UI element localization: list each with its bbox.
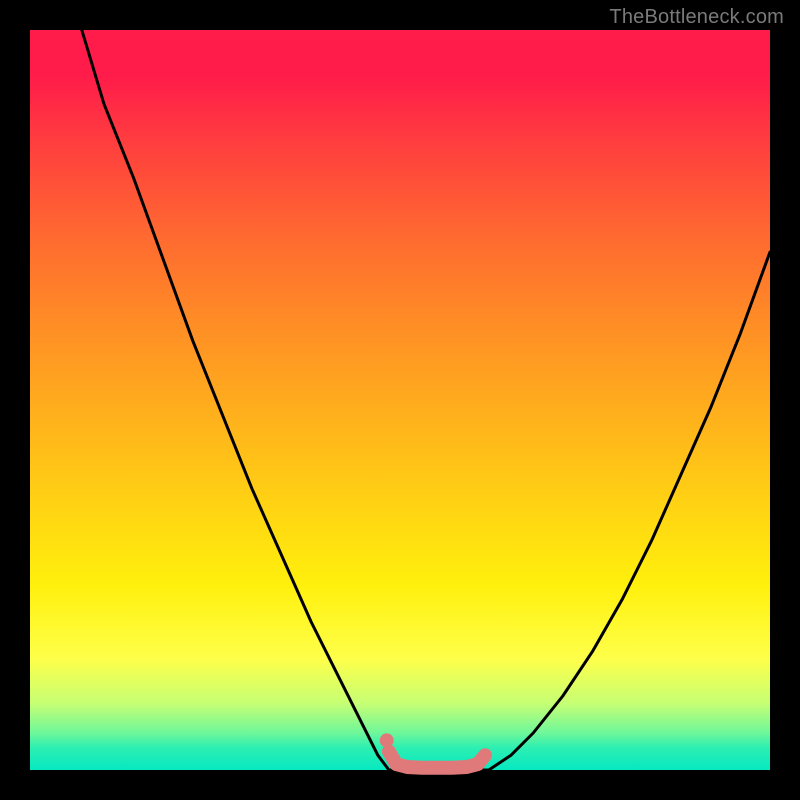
plot-area	[30, 30, 770, 770]
outer-frame: TheBottleneck.com	[0, 0, 800, 800]
marker-dot	[380, 733, 394, 747]
bottleneck-curve	[82, 30, 770, 770]
chart-svg	[30, 30, 770, 770]
watermark-text: TheBottleneck.com	[609, 6, 784, 29]
bottom-marker-squiggle	[389, 752, 485, 768]
